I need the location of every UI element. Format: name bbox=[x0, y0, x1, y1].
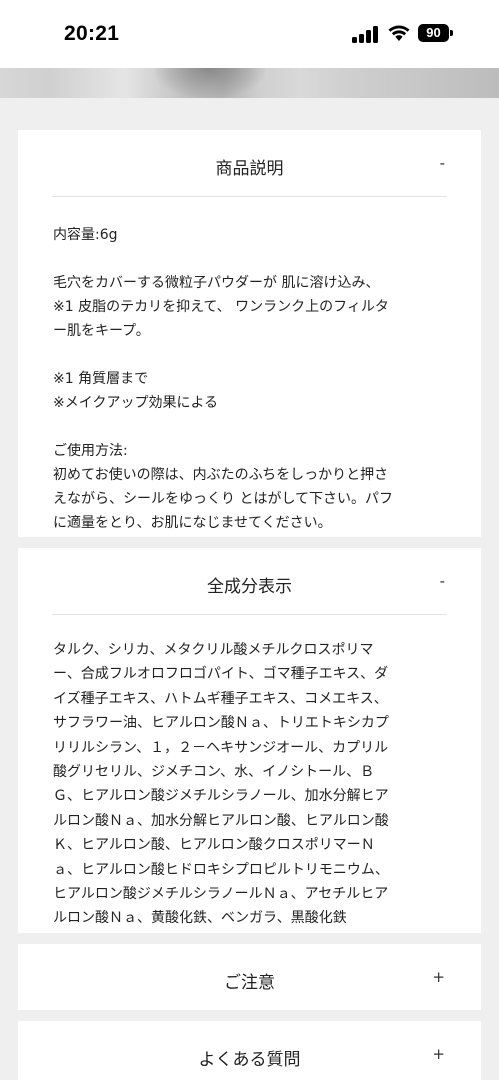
ingredients-line: ヒアルロン酸ジメチルシラノールＮａ、アセチルヒア bbox=[53, 886, 389, 903]
ingredients-line: サフラワー油、ヒアルロン酸Ｎａ、トリエトキシカプ bbox=[53, 715, 389, 732]
faq-title: よくある質問 bbox=[198, 1050, 301, 1070]
status-time: 20:21 bbox=[64, 22, 120, 45]
usage-line: 初めてお使いの際は、内ぶたのふちをしっかりと押さ bbox=[53, 467, 389, 483]
content-volume: 内容量:6g bbox=[53, 227, 118, 243]
product-image-shadow bbox=[155, 68, 265, 98]
cellular-signal-icon bbox=[352, 25, 378, 43]
ingredients-line: 酸グリセリル、ジメチコン、水、イノシトール、Ｂ bbox=[53, 764, 375, 781]
ingredients-section: 全成分表示 - タルク、シリカ、メタクリル酸メチルクロスポリマ ー、合成フルオロ… bbox=[18, 548, 481, 933]
collapse-icon[interactable]: - bbox=[440, 572, 445, 590]
collapse-icon[interactable]: - bbox=[440, 154, 445, 172]
footnote-line: ※メイクアップ効果による bbox=[53, 395, 219, 411]
expand-icon[interactable]: + bbox=[432, 1045, 445, 1063]
description-line: ※1 皮脂のテカリを抑えて、 ワンランク上のフィルタ bbox=[53, 299, 389, 315]
ingredients-line: ルロン酸Ｎａ、加水分解ヒアルロン酸、ヒアルロン酸 bbox=[53, 812, 389, 829]
description-title: 商品説明 bbox=[215, 159, 284, 179]
ingredients-list: タルク、シリカ、メタクリル酸メチルクロスポリマ ー、合成フルオロフロゴパイト、ゴ… bbox=[53, 638, 453, 931]
description-line: 毛穴をカバーする微粒子パウダーが 肌に溶け込み、 bbox=[53, 275, 380, 291]
description-line: ー肌をキープ。 bbox=[53, 323, 150, 339]
caution-section[interactable]: ご注意 + bbox=[18, 944, 481, 1010]
ingredients-line: ー、合成フルオロフロゴパイト、ゴマ種子エキス、ダ bbox=[53, 666, 389, 683]
ingredients-title: 全成分表示 bbox=[207, 577, 292, 597]
caution-title: ご注意 bbox=[224, 973, 275, 993]
usage-line: に適量をとり、お肌になじませてください。 bbox=[53, 515, 332, 531]
usage-heading: ご使用方法: bbox=[53, 443, 128, 459]
faq-section[interactable]: よくある質問 + bbox=[18, 1021, 481, 1080]
footnote-line: ※1 角質層まで bbox=[53, 371, 149, 387]
wifi-icon bbox=[388, 25, 410, 41]
ingredients-line: Ｋ、ヒアルロン酸、ヒアルロン酸クロスポリマーＮ bbox=[53, 837, 375, 854]
ingredients-line: Ｇ、ヒアルロン酸ジメチルシラノール、加水分解ヒア bbox=[53, 788, 389, 805]
ingredients-line: イズ種子エキス、ハトムギ種子エキス、コメエキス、 bbox=[53, 690, 388, 707]
description-section: 商品説明 - 内容量:6g 毛穴をカバーする微粒子パウダーが 肌に溶け込み、 ※… bbox=[18, 130, 481, 537]
expand-icon[interactable]: + bbox=[432, 968, 445, 986]
ingredients-line: リリルシラン、１，２－ヘキサンジオール、カプリル bbox=[53, 739, 389, 756]
divider bbox=[52, 614, 447, 615]
ingredients-line: タルク、シリカ、メタクリル酸メチルクロスポリマ bbox=[53, 642, 374, 658]
status-bar: 20:21 90 bbox=[0, 0, 499, 68]
description-header[interactable]: 商品説明 - bbox=[18, 130, 481, 198]
usage-line: えながら、シールをゆっくり とはがして下さい。パフ bbox=[53, 491, 394, 507]
ingredients-line: ルロン酸Ｎａ、黄酸化鉄、ベンガラ、黒酸化鉄 bbox=[53, 910, 347, 927]
ingredients-line: ａ、ヒアルロン酸ヒドロキシプロピルトリモニウム、 bbox=[53, 861, 389, 878]
divider bbox=[52, 196, 447, 197]
battery-tip bbox=[450, 30, 453, 36]
ingredients-header[interactable]: 全成分表示 - bbox=[18, 548, 481, 616]
battery-icon: 90 bbox=[418, 24, 449, 42]
description-body: 内容量:6g 毛穴をカバーする微粒子パウダーが 肌に溶け込み、 ※1 皮脂のテカ… bbox=[53, 223, 459, 535]
